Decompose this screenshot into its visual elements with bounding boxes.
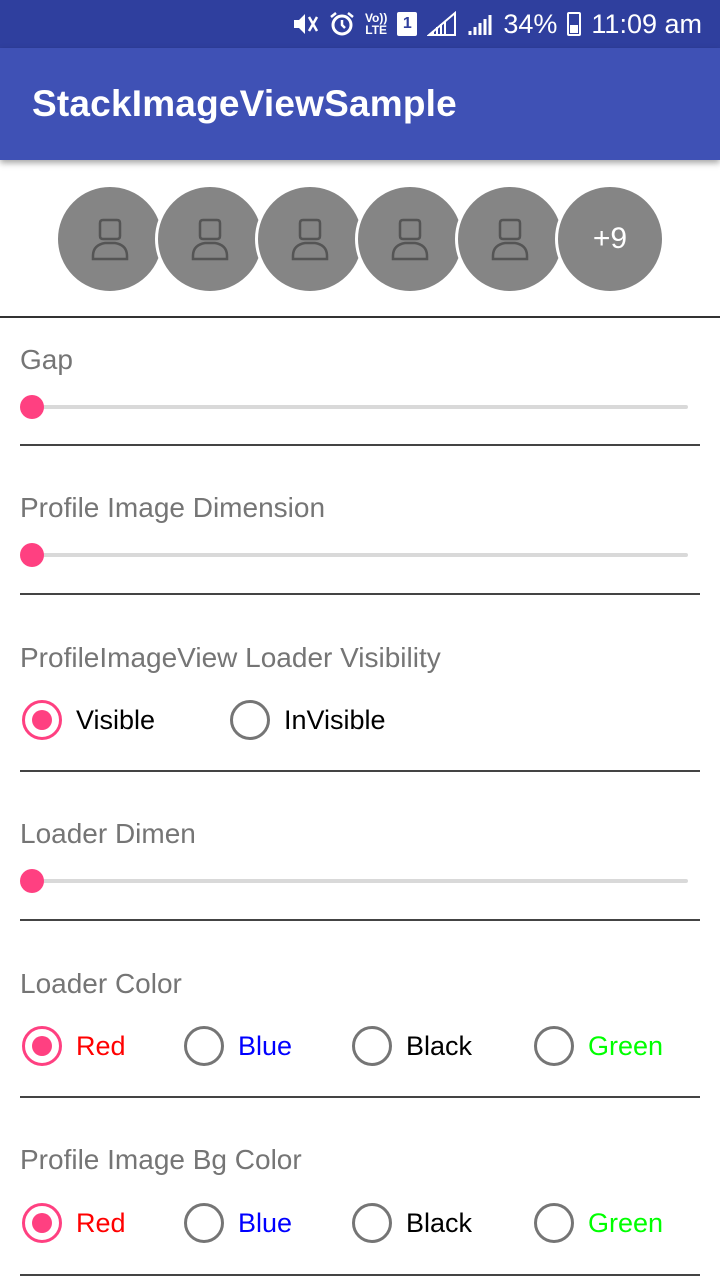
divider	[20, 770, 700, 772]
profile-dimension-seekbar-thumb[interactable]	[20, 543, 44, 567]
loader-color-black-label: Black	[406, 1030, 473, 1061]
radio-button[interactable]	[230, 700, 270, 740]
battery-percent: 34%	[503, 8, 558, 39]
radio-button[interactable]	[352, 1026, 392, 1066]
radio-button[interactable]	[352, 1203, 392, 1243]
divider	[20, 593, 700, 595]
more-count-label: +9	[592, 222, 628, 255]
profile-avatar[interactable]	[155, 184, 265, 294]
stack-image-view[interactable]: +9	[0, 184, 720, 294]
bg-color-red-label: Red	[76, 1207, 126, 1238]
profile-avatar[interactable]	[455, 184, 565, 294]
radio-button[interactable]	[22, 1026, 62, 1066]
gap-title: Gap	[20, 344, 73, 375]
signal-icon-2	[467, 11, 493, 37]
loader-color-green-label: Green	[588, 1030, 664, 1061]
loader-color-section: Loader Color Red Blue Black Green	[20, 944, 700, 1100]
profile-bg-color-section: Profile Image Bg Color Red Blue Black Gr…	[20, 1120, 700, 1278]
loader-color-red-label: Red	[76, 1030, 126, 1061]
profile-dimension-seekbar-track[interactable]	[32, 553, 688, 557]
radio-button[interactable]	[534, 1203, 574, 1243]
person-icon	[91, 218, 129, 261]
loader-dimen-title: Loader Dimen	[20, 818, 196, 849]
bg-color-green[interactable]: Green	[534, 1203, 663, 1243]
loader-color-title: Loader Color	[20, 968, 182, 999]
profile-avatar[interactable]	[255, 184, 365, 294]
more-count-avatar[interactable]: +9	[555, 184, 665, 294]
loader-visibility-section: ProfileImageView Loader Visibility Visib…	[20, 618, 700, 774]
loader-visibility-title: ProfileImageView Loader Visibility	[20, 642, 441, 673]
person-icon	[491, 218, 529, 261]
radio-button[interactable]	[184, 1203, 224, 1243]
radio-button[interactable]	[534, 1026, 574, 1066]
battery-icon	[567, 12, 582, 36]
radio-visible-label: Visible	[76, 704, 156, 735]
bg-color-black[interactable]: Black	[352, 1203, 472, 1243]
divider	[20, 919, 700, 921]
person-icon	[291, 218, 329, 261]
loader-color-green[interactable]: Green	[534, 1026, 663, 1066]
gap-seekbar-thumb[interactable]	[20, 395, 44, 419]
signal-icon	[427, 11, 457, 37]
gap-section: Gap	[20, 318, 700, 448]
person-icon	[391, 218, 429, 261]
loader-color-blue[interactable]: Blue	[184, 1026, 292, 1066]
app-title: StackImageViewSample	[32, 83, 457, 124]
radio-visible[interactable]: Visible	[22, 700, 155, 740]
profile-dimension-title: Profile Image Dimension	[20, 492, 326, 523]
bg-color-red[interactable]: Red	[22, 1203, 126, 1243]
radio-invisible[interactable]: InVisible	[230, 700, 386, 740]
radio-button[interactable]	[184, 1026, 224, 1066]
app-bar: StackImageViewSample	[0, 48, 720, 160]
lte-label: LTE	[365, 23, 388, 37]
status-bar: Vo)) LTE 1 34% 11:09 am	[0, 0, 720, 48]
profile-bg-color-title: Profile Image Bg Color	[20, 1144, 302, 1175]
profile-avatar[interactable]	[355, 184, 465, 294]
volte-indicator: Vo)) LTE	[365, 12, 387, 36]
divider	[20, 1096, 700, 1098]
clock: 11:09 am	[591, 8, 702, 39]
loader-color-blue-label: Blue	[238, 1030, 293, 1061]
loader-dimen-seekbar-thumb[interactable]	[20, 869, 44, 893]
mute-icon	[291, 11, 319, 37]
person-icon	[191, 218, 229, 261]
loader-dimen-seekbar-track[interactable]	[32, 879, 688, 883]
loader-color-red[interactable]: Red	[22, 1026, 126, 1066]
sim-badge: 1	[397, 12, 418, 36]
radio-button[interactable]	[22, 1203, 62, 1243]
divider	[20, 1274, 700, 1276]
bg-color-blue-label: Blue	[238, 1207, 293, 1238]
divider	[20, 444, 700, 446]
bg-color-green-label: Green	[588, 1207, 664, 1238]
radio-button[interactable]	[22, 700, 62, 740]
profile-dimension-section: Profile Image Dimension	[20, 468, 700, 598]
alarm-icon	[329, 11, 355, 37]
gap-seekbar-track[interactable]	[32, 405, 688, 409]
loader-dimen-section: Loader Dimen	[20, 794, 700, 924]
bg-color-blue[interactable]: Blue	[184, 1203, 292, 1243]
loader-color-black[interactable]: Black	[352, 1026, 472, 1066]
radio-invisible-label: InVisible	[284, 704, 386, 735]
profile-avatar[interactable]	[55, 184, 165, 294]
bg-color-black-label: Black	[406, 1207, 473, 1238]
